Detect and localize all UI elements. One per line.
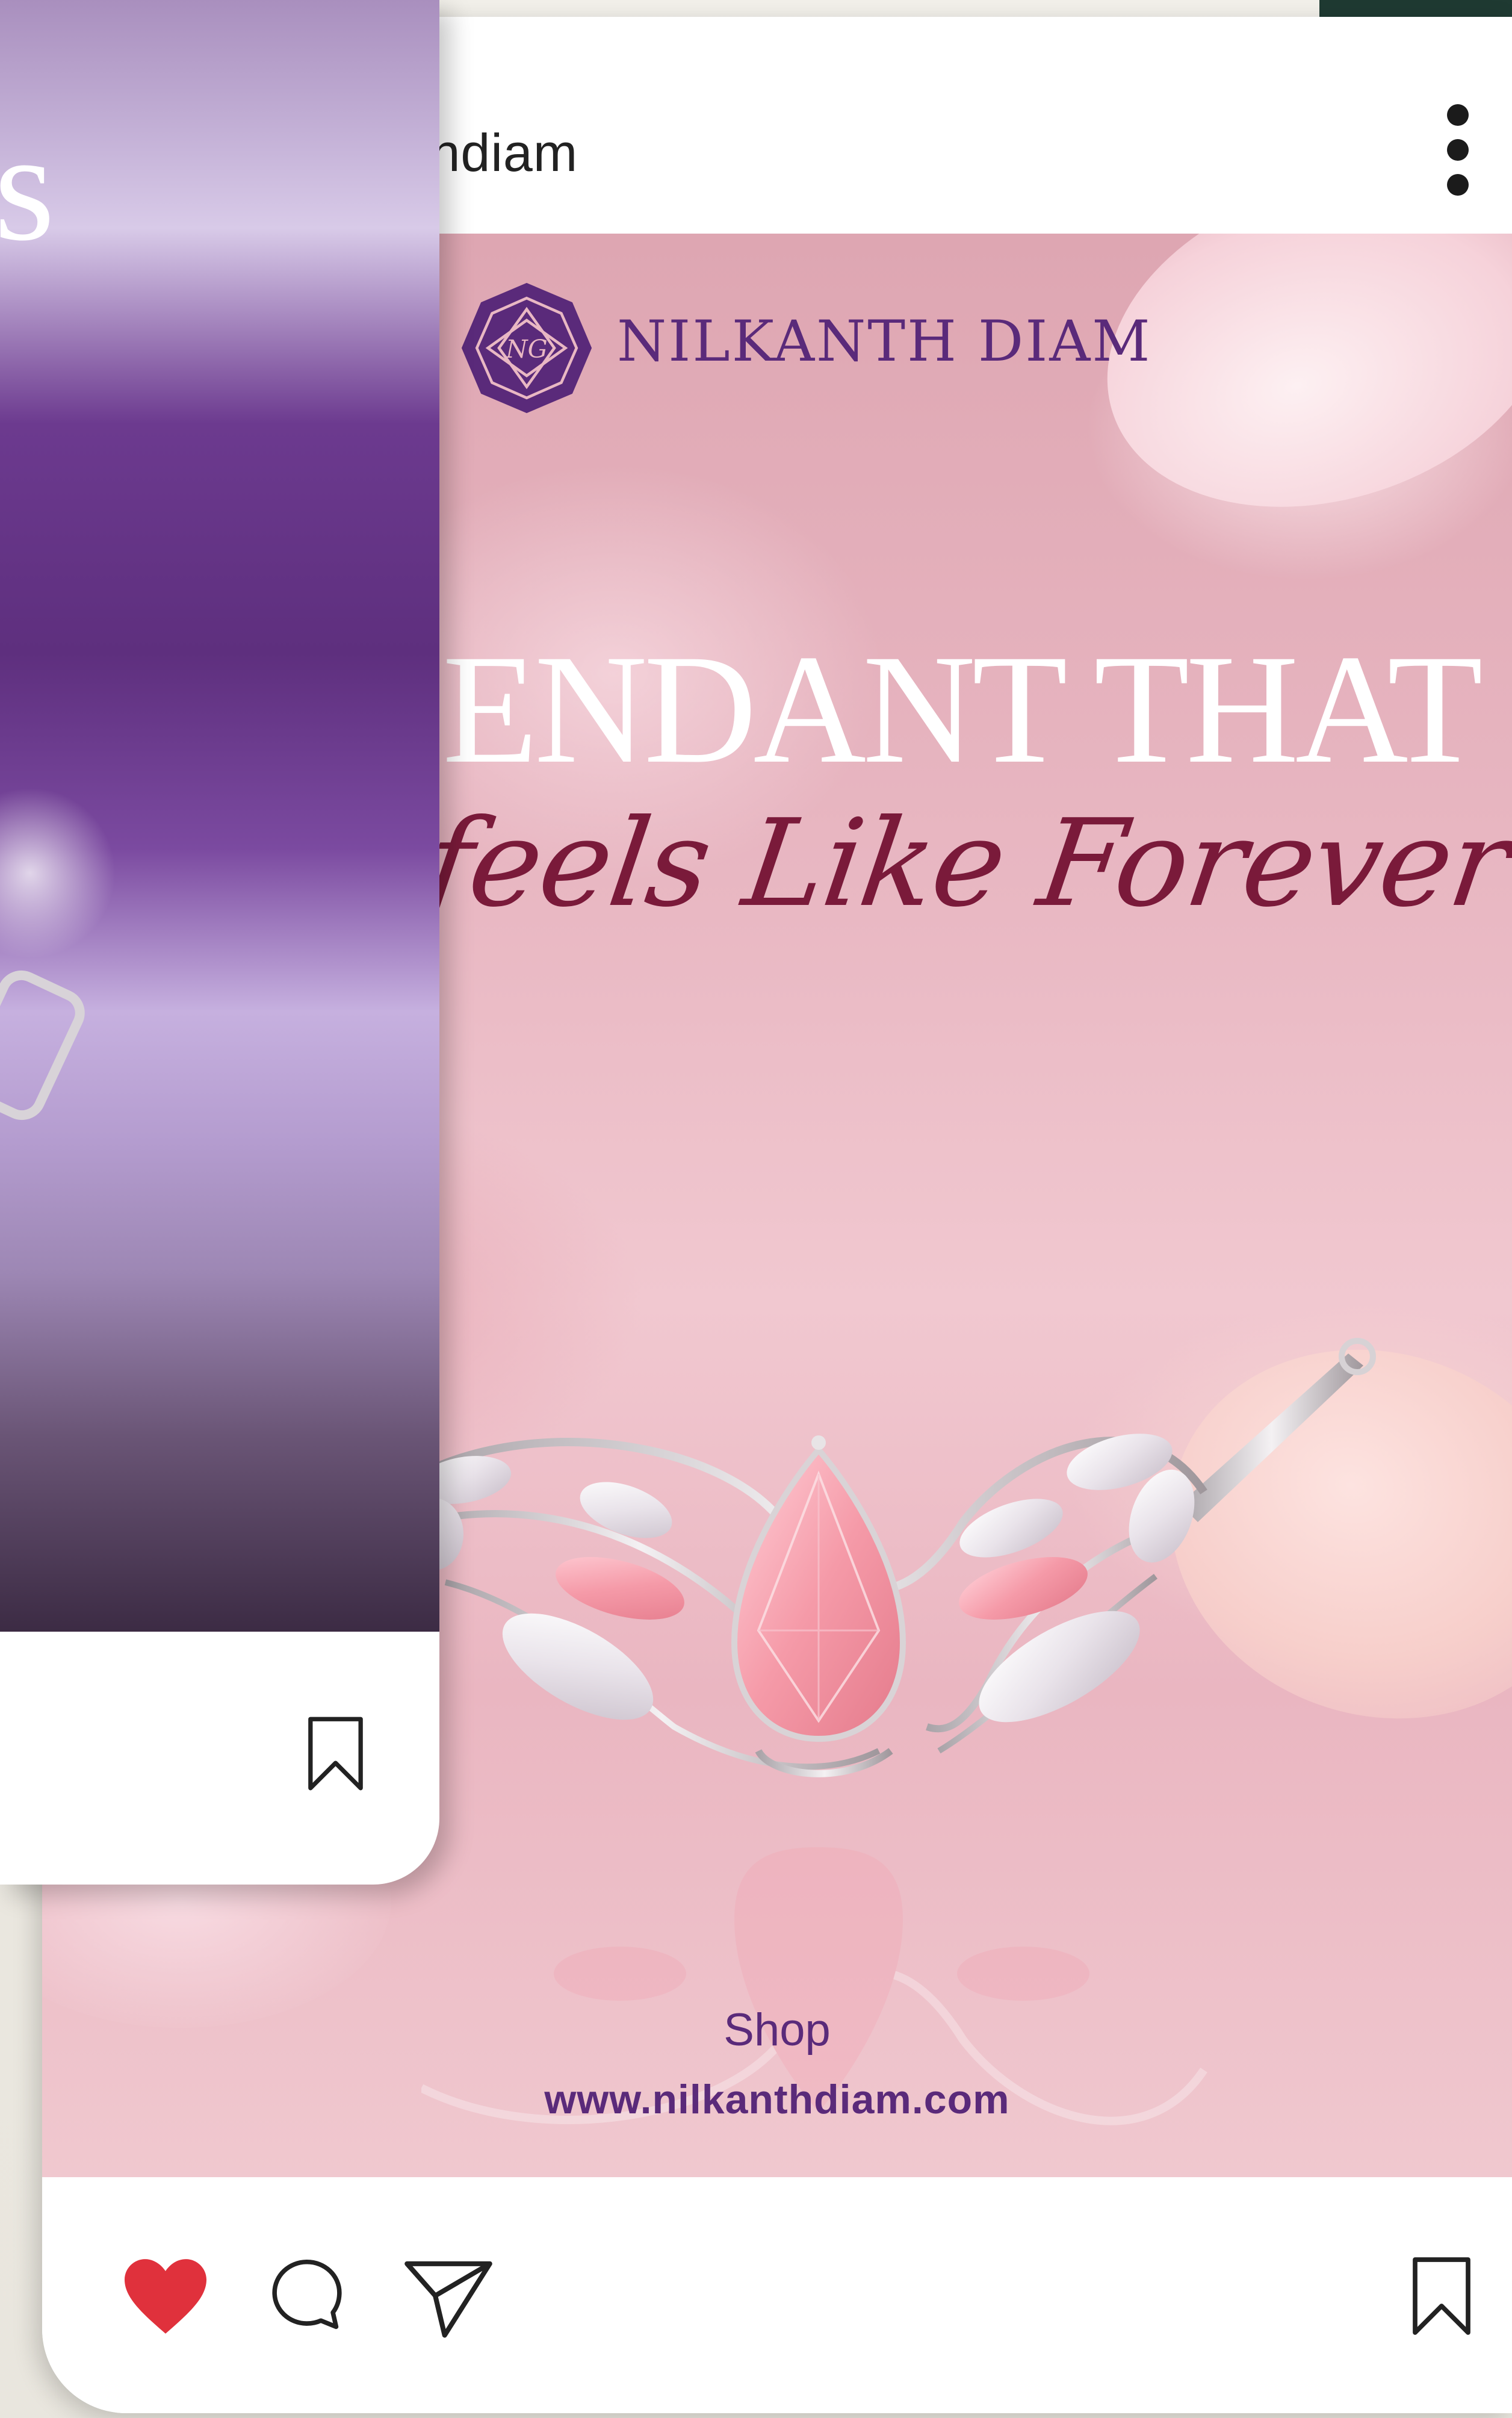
previous-post-title: s <box>0 100 55 273</box>
tagline: feels Like Forever <box>417 794 1512 934</box>
post-username[interactable]: thdiam <box>415 122 578 184</box>
more-vertical-icon[interactable] <box>1440 104 1476 200</box>
post-action-bar <box>42 2177 1512 2413</box>
website-link[interactable]: www.nilkanthdiam.com <box>42 2076 1512 2123</box>
brand-name: NILKANTH DIAM <box>617 309 1152 375</box>
comment-icon[interactable] <box>268 2255 346 2340</box>
headline: ENDANT THAT <box>442 623 1483 796</box>
pendant-jewelry-image <box>421 1338 1376 1777</box>
shop-label: Shop <box>723 2004 831 2056</box>
heart-filled-icon[interactable] <box>120 2255 211 2337</box>
previous-post-image[interactable]: s <box>0 0 439 1632</box>
svg-text:NG: NG <box>505 335 547 364</box>
send-icon[interactable] <box>403 2255 494 2340</box>
bookmark-outline-icon[interactable] <box>1408 2255 1475 2337</box>
brand-logo-icon: NG <box>461 282 592 414</box>
bookmark-outline-icon[interactable] <box>304 1716 367 1791</box>
previous-post-card: s <box>0 0 439 1885</box>
